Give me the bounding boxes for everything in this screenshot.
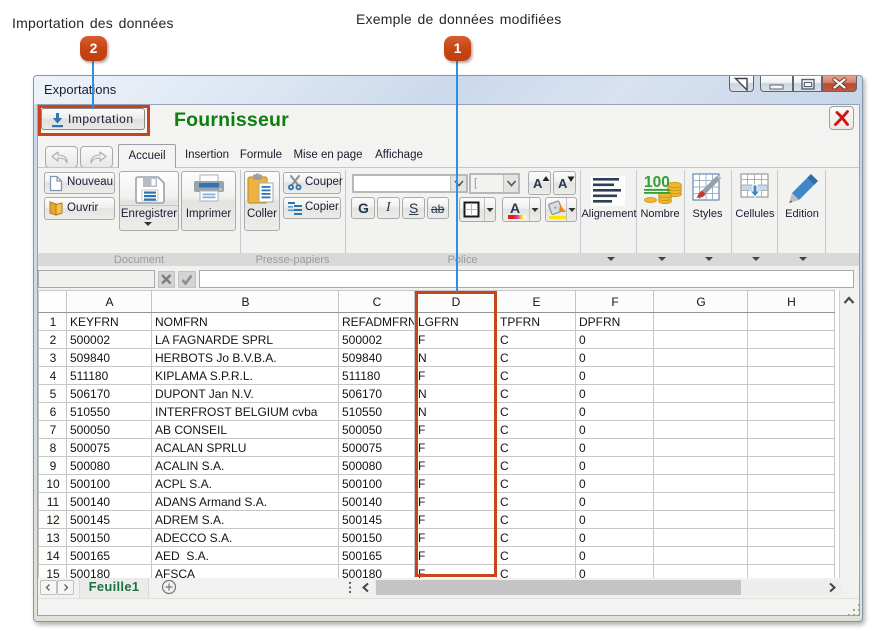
svg-text:100: 100	[644, 174, 670, 191]
